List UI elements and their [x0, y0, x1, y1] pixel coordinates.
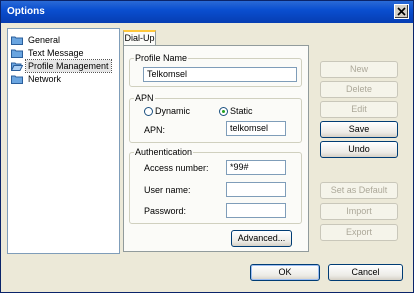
tree-item-label: Text Message — [28, 48, 84, 58]
undo-button[interactable]: Undo — [320, 141, 398, 158]
profile-name-group: Profile Name Telkomsel — [129, 53, 302, 87]
edit-button[interactable]: Edit — [320, 101, 398, 118]
radio-static-label: Static — [230, 106, 253, 116]
options-window: Options General Text Message Profile Man… — [0, 0, 414, 293]
open-folder-icon — [11, 62, 23, 71]
radio-dynamic[interactable] — [144, 107, 153, 116]
ok-button[interactable]: OK — [250, 264, 320, 281]
tree-item-general[interactable]: General — [11, 34, 62, 46]
apn-field[interactable]: telkomsel — [226, 121, 286, 136]
password-label: Password: — [144, 206, 187, 216]
save-button[interactable]: Save — [320, 121, 398, 138]
tab-dial-up[interactable]: Dial-Up — [123, 30, 156, 46]
apn-legend: APN — [134, 93, 155, 104]
password-field[interactable] — [226, 203, 286, 218]
import-button[interactable]: Import — [320, 203, 398, 220]
advanced-button[interactable]: Advanced... — [231, 230, 292, 247]
access-number-field[interactable]: *99# — [226, 160, 286, 175]
access-number-label: Access number: — [144, 163, 209, 173]
window-title: Options — [7, 6, 45, 17]
options-category-tree[interactable]: General Text Message Profile Management … — [7, 28, 120, 254]
close-icon — [397, 7, 406, 16]
user-name-label: User name: — [144, 185, 191, 195]
dial-up-panel: Profile Name Telkomsel APN Dynamic Stati… — [123, 45, 309, 252]
cancel-button[interactable]: Cancel — [328, 264, 403, 281]
tree-item-text-message[interactable]: Text Message — [11, 47, 86, 59]
title-bar[interactable]: Options — [1, 1, 413, 23]
export-button[interactable]: Export — [320, 224, 398, 241]
radio-dynamic-label: Dynamic — [155, 106, 191, 116]
authentication-group: Authentication Access number: *99# User … — [129, 147, 302, 224]
radio-static[interactable] — [219, 107, 228, 116]
set-as-default-button[interactable]: Set as Default — [320, 182, 398, 199]
folder-icon — [11, 75, 23, 84]
profile-name-legend: Profile Name — [134, 53, 189, 64]
tree-item-label: Profile Management — [25, 59, 112, 73]
tree-item-label: General — [28, 35, 61, 45]
delete-button[interactable]: Delete — [320, 81, 398, 98]
authentication-legend: Authentication — [134, 147, 194, 158]
folder-icon — [11, 49, 23, 58]
user-name-field[interactable] — [226, 182, 286, 197]
tree-item-label: Network — [28, 74, 62, 84]
apn-group: APN Dynamic Static APN: telkomsel — [129, 93, 302, 143]
apn-label: APN: — [144, 125, 166, 135]
close-button[interactable] — [394, 4, 409, 19]
folder-icon — [11, 36, 23, 45]
tree-item-network[interactable]: Network — [11, 73, 63, 85]
new-button[interactable]: New — [320, 61, 398, 78]
profile-name-field[interactable]: Telkomsel — [143, 67, 297, 82]
tree-item-profile-management[interactable]: Profile Management — [11, 59, 112, 73]
